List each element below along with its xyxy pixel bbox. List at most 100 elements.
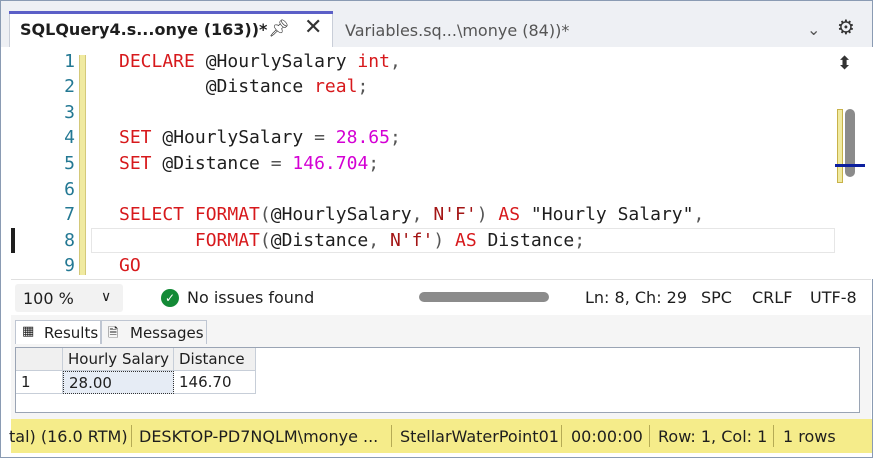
code-token: ,	[411, 204, 423, 225]
separator	[131, 425, 132, 447]
code-token: )	[476, 204, 488, 225]
code-token: 146.704	[292, 153, 369, 174]
code-token: ,	[368, 230, 380, 251]
code-token: @Distance	[119, 76, 315, 97]
code-token: ;	[389, 127, 401, 148]
line-number: 3	[64, 102, 75, 123]
code-token: 28.65	[335, 127, 390, 148]
code-token: (	[259, 230, 271, 251]
line-number: 7	[64, 204, 75, 225]
results-pane: ▦ Results 🗎︎ Messages Hourly Salary Dist…	[11, 315, 871, 419]
scrollbar-cursor-marker	[835, 164, 865, 167]
code-token: FORMAT	[194, 204, 260, 225]
separator	[773, 425, 774, 447]
elapsed-time: 00:00:00	[571, 427, 643, 446]
change-tracking-bar	[79, 55, 86, 275]
code-line[interactable]: DECLARE @HourlySalary int,	[119, 51, 401, 72]
grid-icon: ▦	[22, 324, 35, 339]
issues-status[interactable]: No issues found	[187, 288, 314, 307]
row-number[interactable]: 1	[16, 371, 63, 394]
separator	[649, 425, 650, 447]
line-number: 4	[64, 127, 75, 148]
code-line[interactable]: SELECT FORMAT(@HourlySalary, N'F') AS "H…	[119, 204, 704, 225]
separator	[391, 425, 392, 447]
ssms-window: SQLQuery4.s...onye (163))* 📌︎ ✕ Variable…	[0, 0, 873, 458]
code-token: SET	[119, 153, 152, 174]
connection-status-bar: tal) (16.0 RTM) DESKTOP-PD7NQLM\monye ..…	[9, 419, 872, 453]
gear-icon[interactable]: ⚙	[837, 15, 855, 39]
line-number: 8	[64, 230, 75, 251]
code-token: ,	[389, 51, 401, 72]
code-line[interactable]: GO	[119, 255, 141, 276]
grid-position: Row: 1, Col: 1	[658, 427, 768, 446]
vertical-scrollbar[interactable]	[835, 109, 871, 184]
row-header-corner[interactable]	[16, 348, 63, 371]
tab-title: SQLQuery4.s...onye (163))*	[20, 20, 268, 39]
code-token: =	[270, 153, 282, 174]
code-token: SET	[119, 127, 152, 148]
code-line[interactable]: FORMAT(@Distance, N'f') AS Distance;	[119, 230, 585, 251]
line-number: 5	[64, 153, 75, 174]
line-number: 9	[64, 255, 75, 276]
code-token: N'f'	[389, 230, 434, 251]
tab-results-label: Results	[44, 324, 99, 342]
line-number: 1	[64, 51, 75, 72]
separator	[561, 425, 562, 447]
tab-results[interactable]: ▦ Results	[15, 320, 101, 344]
results-grid[interactable]: Hourly Salary Distance 1 28.00 146.70	[15, 347, 860, 413]
editor-status-bar: 100 % ∨ ✓ No issues found Ln: 8, Ch: 29 …	[11, 279, 871, 316]
scrollbar-change-marker	[837, 109, 843, 183]
tab-variables[interactable]: Variables.sq...\monye (84))*	[345, 21, 569, 40]
code-token: =	[314, 127, 325, 148]
database-name: StellarWaterPoint01	[400, 427, 559, 446]
code-token: @HourlySalary	[270, 204, 412, 225]
tab-messages-label: Messages	[130, 324, 204, 342]
code-token: AS	[498, 204, 521, 225]
code-token: @HourlySalary	[194, 51, 358, 72]
code-token: @Distance	[270, 230, 369, 251]
code-token: )	[433, 230, 445, 251]
chevron-down-icon[interactable]: ⌄	[807, 20, 820, 39]
result-cell[interactable]: 28.00	[63, 371, 174, 394]
code-token: real	[314, 76, 358, 97]
result-cell[interactable]: 146.70	[174, 371, 256, 394]
server-version: tal) (16.0 RTM)	[9, 427, 128, 446]
code-token: @Distance	[151, 153, 271, 174]
file-encoding[interactable]: UTF-8	[810, 288, 857, 307]
close-icon[interactable]: ✕	[304, 15, 322, 40]
code-token: Distance	[476, 230, 575, 251]
code-token: AS	[455, 230, 477, 251]
code-token: GO	[119, 255, 141, 276]
whitespace-mode[interactable]: SPC	[701, 288, 732, 307]
code-token: ;	[368, 153, 380, 174]
code-line[interactable]: SET @Distance = 146.704;	[119, 153, 379, 174]
query-editor[interactable]: 1 2 3 4 5 6 7 8 9 DECLARE @HourlySalary int, @Di…	[11, 47, 873, 279]
column-header[interactable]: Hourly Salary	[63, 348, 174, 371]
code-line[interactable]: SET @HourlySalary = 28.65;	[119, 127, 401, 148]
line-number: 6	[64, 179, 75, 200]
code-token: ,	[693, 204, 705, 225]
zoom-value: 100 %	[23, 289, 74, 308]
code-line[interactable]: @Distance real;	[119, 76, 369, 97]
tab-messages[interactable]: 🗎︎ Messages	[101, 320, 207, 344]
row-count: 1 rows	[783, 427, 836, 446]
chevron-down-icon: ∨	[101, 289, 112, 305]
cursor-position[interactable]: Ln: 8, Ch: 29	[585, 288, 687, 307]
pin-icon[interactable]: 📌︎	[268, 19, 290, 39]
line-number: 2	[64, 76, 75, 97]
code-token: N'F'	[433, 204, 477, 225]
tab-sqlquery4[interactable]: SQLQuery4.s...onye (163))* 📌︎ ✕	[9, 11, 333, 47]
zoom-dropdown[interactable]: 100 % ∨	[15, 284, 123, 312]
split-editor-icon[interactable]: ⬍	[837, 53, 857, 75]
column-header[interactable]: Distance	[174, 348, 256, 371]
code-token: FORMAT	[194, 230, 260, 251]
horizontal-scrollbar-thumb[interactable]	[419, 292, 549, 302]
line-ending[interactable]: CRLF	[752, 288, 792, 307]
